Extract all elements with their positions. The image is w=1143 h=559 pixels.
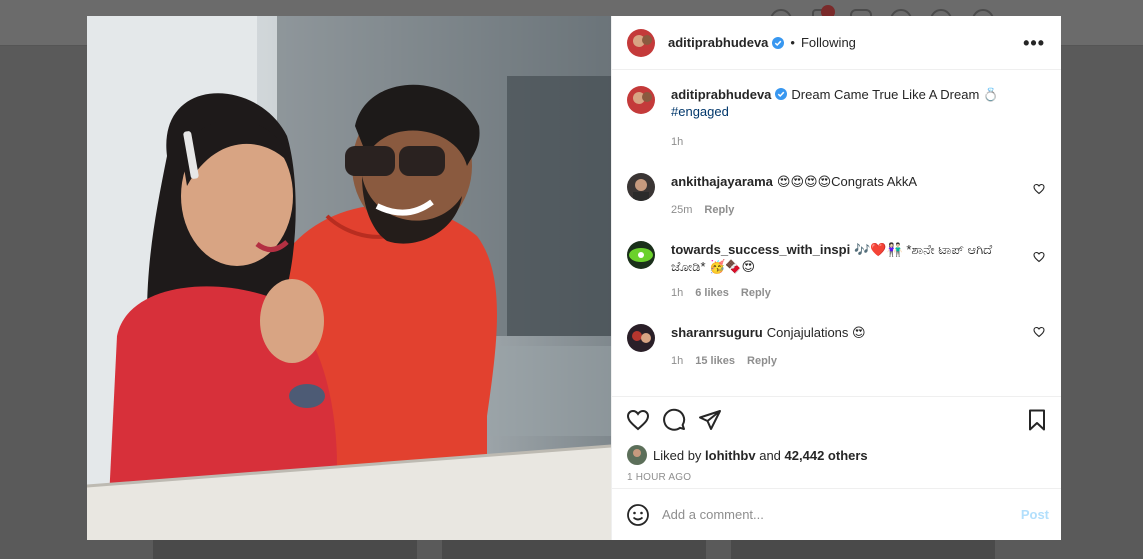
caption-text: Dream Came True Like A Dream 💍 bbox=[791, 87, 1000, 102]
comment-time[interactable]: 1h bbox=[671, 353, 683, 370]
bookmark-icon[interactable] bbox=[1025, 408, 1049, 432]
caption: aditiprabhudeva Dream Came True Like A Dr… bbox=[627, 86, 1045, 151]
liked-by-user[interactable]: lohithbv bbox=[705, 448, 756, 463]
comments-list[interactable]: aditiprabhudeva Dream Came True Like A Dr… bbox=[612, 70, 1061, 396]
liked-by-and: and bbox=[759, 447, 781, 463]
reply-button[interactable]: Reply bbox=[704, 202, 734, 219]
comment-time[interactable]: 25m bbox=[671, 202, 692, 219]
post-timestamp[interactable]: 1 HOUR AGO bbox=[612, 468, 1061, 488]
more-options-icon[interactable]: ••• bbox=[1023, 34, 1045, 52]
reply-button[interactable]: Reply bbox=[741, 285, 771, 302]
verified-badge-icon bbox=[772, 36, 785, 49]
comment-like-heart-icon[interactable] bbox=[1033, 183, 1045, 195]
separator-dot: • bbox=[790, 35, 795, 50]
send-icon[interactable] bbox=[698, 408, 722, 432]
post-modal: aditiprabhudeva • Following ••• aditipra… bbox=[87, 16, 1061, 540]
caption-avatar[interactable] bbox=[627, 86, 655, 114]
comment-likes-count[interactable]: 15 likes bbox=[695, 353, 735, 370]
verified-badge-icon bbox=[775, 88, 788, 100]
heart-icon[interactable] bbox=[626, 408, 650, 432]
following-button[interactable]: Following bbox=[801, 35, 856, 50]
couple-photo-illustration bbox=[87, 16, 611, 540]
comment-row: towards_success_with_inspi 🎶❤️👫🏻 *ಶಾನೇ ಟಾ… bbox=[627, 241, 1045, 302]
hashtag-link[interactable]: #engaged bbox=[671, 104, 729, 119]
smiley-icon[interactable] bbox=[626, 503, 650, 527]
post-photo[interactable] bbox=[87, 16, 611, 540]
comment-username[interactable]: towards_success_with_inspi bbox=[671, 242, 850, 257]
comment-likes-count[interactable]: 6 likes bbox=[695, 285, 729, 302]
author-avatar[interactable] bbox=[627, 28, 655, 57]
post-side-panel: aditiprabhudeva • Following ••• aditipra… bbox=[611, 16, 1061, 540]
commenter-avatar[interactable] bbox=[627, 241, 655, 269]
commenter-avatar[interactable] bbox=[627, 173, 655, 201]
commenter-avatar[interactable] bbox=[627, 324, 655, 352]
comment-username[interactable]: sharanrsuguru bbox=[671, 325, 763, 340]
background-tile bbox=[731, 540, 995, 559]
post-header: aditiprabhudeva • Following ••• bbox=[612, 16, 1061, 70]
add-comment-bar: Post bbox=[612, 488, 1061, 540]
comment-text: Conjajulations 😍 bbox=[766, 325, 866, 340]
post-button[interactable]: Post bbox=[1021, 507, 1049, 522]
comment-input[interactable] bbox=[662, 507, 1021, 522]
comment-text: 😍😍😍😍Congrats AkkA bbox=[776, 174, 918, 189]
comment-like-heart-icon[interactable] bbox=[1033, 326, 1045, 338]
comment-row: sharanrsuguru Conjajulations 😍 1h 15 like… bbox=[627, 324, 1045, 370]
comment-icon[interactable] bbox=[662, 408, 686, 432]
comment-like-heart-icon[interactable] bbox=[1033, 251, 1045, 263]
liker-avatar[interactable] bbox=[627, 445, 647, 465]
author-username[interactable]: aditiprabhudeva bbox=[668, 35, 768, 50]
background-tile bbox=[442, 540, 706, 559]
liked-by-others[interactable]: 42,442 others bbox=[785, 448, 868, 463]
likes-summary: Liked by lohithbv and 42,442 others bbox=[612, 442, 1061, 468]
comment-time[interactable]: 1h bbox=[671, 285, 683, 302]
reply-button[interactable]: Reply bbox=[747, 353, 777, 370]
action-bar bbox=[612, 396, 1061, 442]
caption-username[interactable]: aditiprabhudeva bbox=[671, 87, 771, 102]
comment-row: ankithajayarama 😍😍😍😍Congrats AkkA 25m Rep… bbox=[627, 173, 1045, 219]
comment-username[interactable]: ankithajayarama bbox=[671, 174, 773, 189]
background-tile bbox=[153, 540, 417, 559]
caption-time[interactable]: 1h bbox=[671, 134, 683, 151]
liked-by-prefix: Liked by bbox=[653, 447, 702, 463]
